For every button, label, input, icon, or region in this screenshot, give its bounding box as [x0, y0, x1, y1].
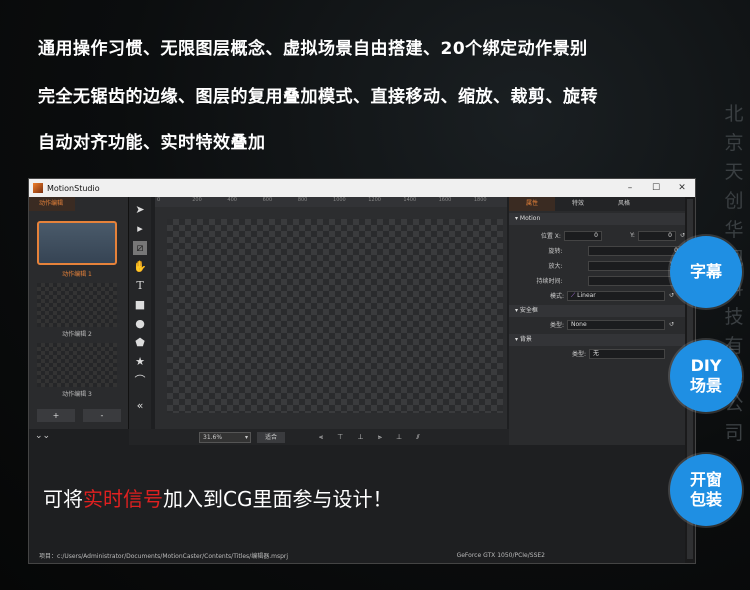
select-arrow-icon[interactable]: ➤	[133, 203, 147, 217]
promo-caption-before: 可将	[43, 487, 83, 511]
pos-x-input[interactable]: 0	[563, 230, 602, 241]
app-logo-icon	[33, 183, 43, 193]
headline-line-3: 自动对齐功能、实时特效叠加	[38, 133, 266, 153]
badge-window-package: 开窗 包装	[670, 454, 742, 526]
mode-value: Linear	[577, 291, 596, 299]
status-bar: 项目：c:/Users/Administrator/Documents/Moti…	[29, 547, 685, 563]
badge-subtitle: 字幕	[670, 236, 742, 308]
badge-subtitle-text: 字幕	[689, 262, 722, 281]
badge-window-line1: 开窗	[689, 470, 722, 489]
mode-select[interactable]: ⟋ Linear	[567, 290, 665, 301]
canvas-footer: 31.6% ▾ 适合 ⫷ ⊤ ⊥ ⫸ ⊥ ⫽	[129, 429, 509, 445]
safe-type-select[interactable]: None	[567, 319, 665, 330]
motion-thumbnail-2[interactable]	[37, 283, 117, 327]
bg-section-title: 背景	[519, 336, 532, 343]
ruler-tick: 800	[297, 197, 308, 203]
ruler-tick: 1600	[438, 197, 452, 203]
maximize-button[interactable]: ☐	[643, 183, 669, 193]
delete-motion-button[interactable]: -	[83, 409, 121, 422]
ruler-tick: 0	[157, 197, 161, 203]
safe-section-title: 安全框	[519, 307, 538, 314]
reset-icon[interactable]: ↺	[669, 292, 674, 299]
rectangle-icon[interactable]: ■	[133, 298, 147, 312]
motion-label-2: 动作编辑 2	[62, 331, 92, 338]
ruler-tick: 1000	[333, 197, 346, 203]
title-bar: MotionStudio – ☐ ✕	[29, 179, 695, 197]
ruler-tick: 600	[262, 197, 273, 203]
window-title: MotionStudio	[47, 183, 100, 193]
badge-diy-scene: DIY 场景	[670, 340, 742, 412]
pos-y-input[interactable]: 0	[637, 230, 676, 241]
circle-icon[interactable]: ●	[133, 317, 147, 331]
add-motion-button[interactable]: +	[37, 409, 75, 422]
motion-label-1: 动作编辑 1	[62, 271, 92, 278]
headline-line-2: 完全无锯齿的边缘、图层的复用叠加模式、直接移动、缩放、裁剪、旋转	[38, 87, 598, 107]
gpu-info: GeForce GTX 1050/PCIe/SSE2	[456, 551, 545, 559]
bg-type-select[interactable]: 无	[589, 348, 665, 359]
pentagon-icon[interactable]: ⬟	[133, 336, 147, 350]
ruler-tick: 1200	[368, 197, 381, 203]
tab-motion-edit[interactable]: 动作编辑	[29, 197, 75, 211]
headline-line-1: 通用操作习惯、无限图层概念、虚拟场景自由搭建、20个绑定动作景别	[38, 39, 588, 59]
motion-thumbnail-1[interactable]	[37, 221, 117, 265]
minimize-button[interactable]: –	[617, 183, 643, 193]
app-window: MotionStudio – ☐ ✕ 动作编辑 动作编辑 1 动作编辑 2 动作…	[28, 178, 696, 564]
reset-icon[interactable]: ↺	[669, 321, 674, 328]
safe-section-header[interactable]: ▾ 安全框	[509, 305, 685, 317]
direct-select-icon[interactable]: ▸	[133, 222, 147, 236]
crop-icon[interactable]: ⧄	[133, 241, 147, 255]
badge-diy-line2: 场景	[689, 376, 722, 395]
tab-effects[interactable]: 特效	[555, 197, 601, 211]
bezier-icon[interactable]: ⌒	[133, 374, 147, 388]
star-icon[interactable]: ★	[133, 355, 147, 369]
text-icon[interactable]: T	[133, 279, 147, 293]
duration-label: 持续时间:	[536, 278, 563, 285]
align-tools[interactable]: ⫷ ⊤ ⊥ ⫸ ⊥ ⫽	[319, 433, 425, 442]
project-path: 项目：c:/Users/Administrator/Documents/Moti…	[39, 552, 289, 560]
curve-icon: ⟋	[571, 291, 576, 299]
collapse-panel-icon[interactable]: «	[133, 399, 147, 413]
hand-icon[interactable]: ✋	[133, 260, 147, 274]
tab-properties[interactable]: 属性	[509, 197, 555, 211]
badge-diy-line1: DIY	[690, 356, 722, 375]
scale-label: 放大:	[548, 263, 563, 270]
canvas-area[interactable]: 0 200 400 600 800 1000 1200 1400 1600 18…	[155, 197, 507, 429]
ruler-tick: 1400	[403, 197, 417, 203]
safe-type-label: 类型:	[549, 322, 564, 329]
motion-label-3: 动作编辑 3	[62, 391, 92, 398]
rotate-input[interactable]: 0°	[587, 245, 685, 256]
badge-window-line2: 包装	[689, 490, 722, 509]
tool-palette: ➤ ▸ ⧄ ✋ T ■ ● ⬟ ★ ⌒ «	[129, 197, 151, 429]
close-button[interactable]: ✕	[669, 183, 695, 193]
mode-label: 模式:	[549, 293, 564, 300]
pos-y-label: Y:	[630, 232, 635, 239]
ruler-tick: 400	[227, 197, 237, 203]
motion-thumbnail-3[interactable]	[37, 343, 117, 387]
promo-caption-highlight: 实时信号	[83, 487, 163, 511]
motion-section-title: Motion	[519, 215, 541, 222]
ruler-tick: 1800	[473, 197, 487, 203]
horizontal-ruler: 0 200 400 600 800 1000 1200 1400 1600 18…	[155, 197, 507, 207]
expand-icon[interactable]: ⌄⌄	[35, 431, 50, 441]
pos-x-label: 位置 X:	[540, 233, 561, 240]
motion-section-header[interactable]: ▾ Motion	[509, 213, 685, 225]
tab-style[interactable]: 风格	[601, 197, 647, 211]
ruler-tick: 200	[192, 197, 202, 203]
chevron-down-icon: ▾	[244, 433, 248, 441]
zoom-select[interactable]: 31.6% ▾	[199, 431, 251, 443]
motion-list-panel: 动作编辑 动作编辑 1 动作编辑 2 动作编辑 3 + -	[29, 197, 129, 429]
zoom-value: 31.6%	[203, 433, 223, 441]
bg-type-label: 类型:	[571, 351, 586, 358]
bg-section-header[interactable]: ▾ 背景	[509, 334, 685, 346]
promo-caption-after: 加入到CG里面参与设计！	[163, 487, 393, 511]
transparent-canvas[interactable]	[167, 219, 503, 413]
properties-panel: 属性 特效 风格 ▾ Motion 位置 X: 0 Y: 0 ↺ 旋转: 0° …	[509, 197, 685, 445]
promo-caption: 可将实时信号加入到CG里面参与设计！	[29, 447, 685, 547]
rotate-label: 旋转:	[548, 248, 563, 255]
fit-button[interactable]: 适合	[257, 431, 285, 443]
